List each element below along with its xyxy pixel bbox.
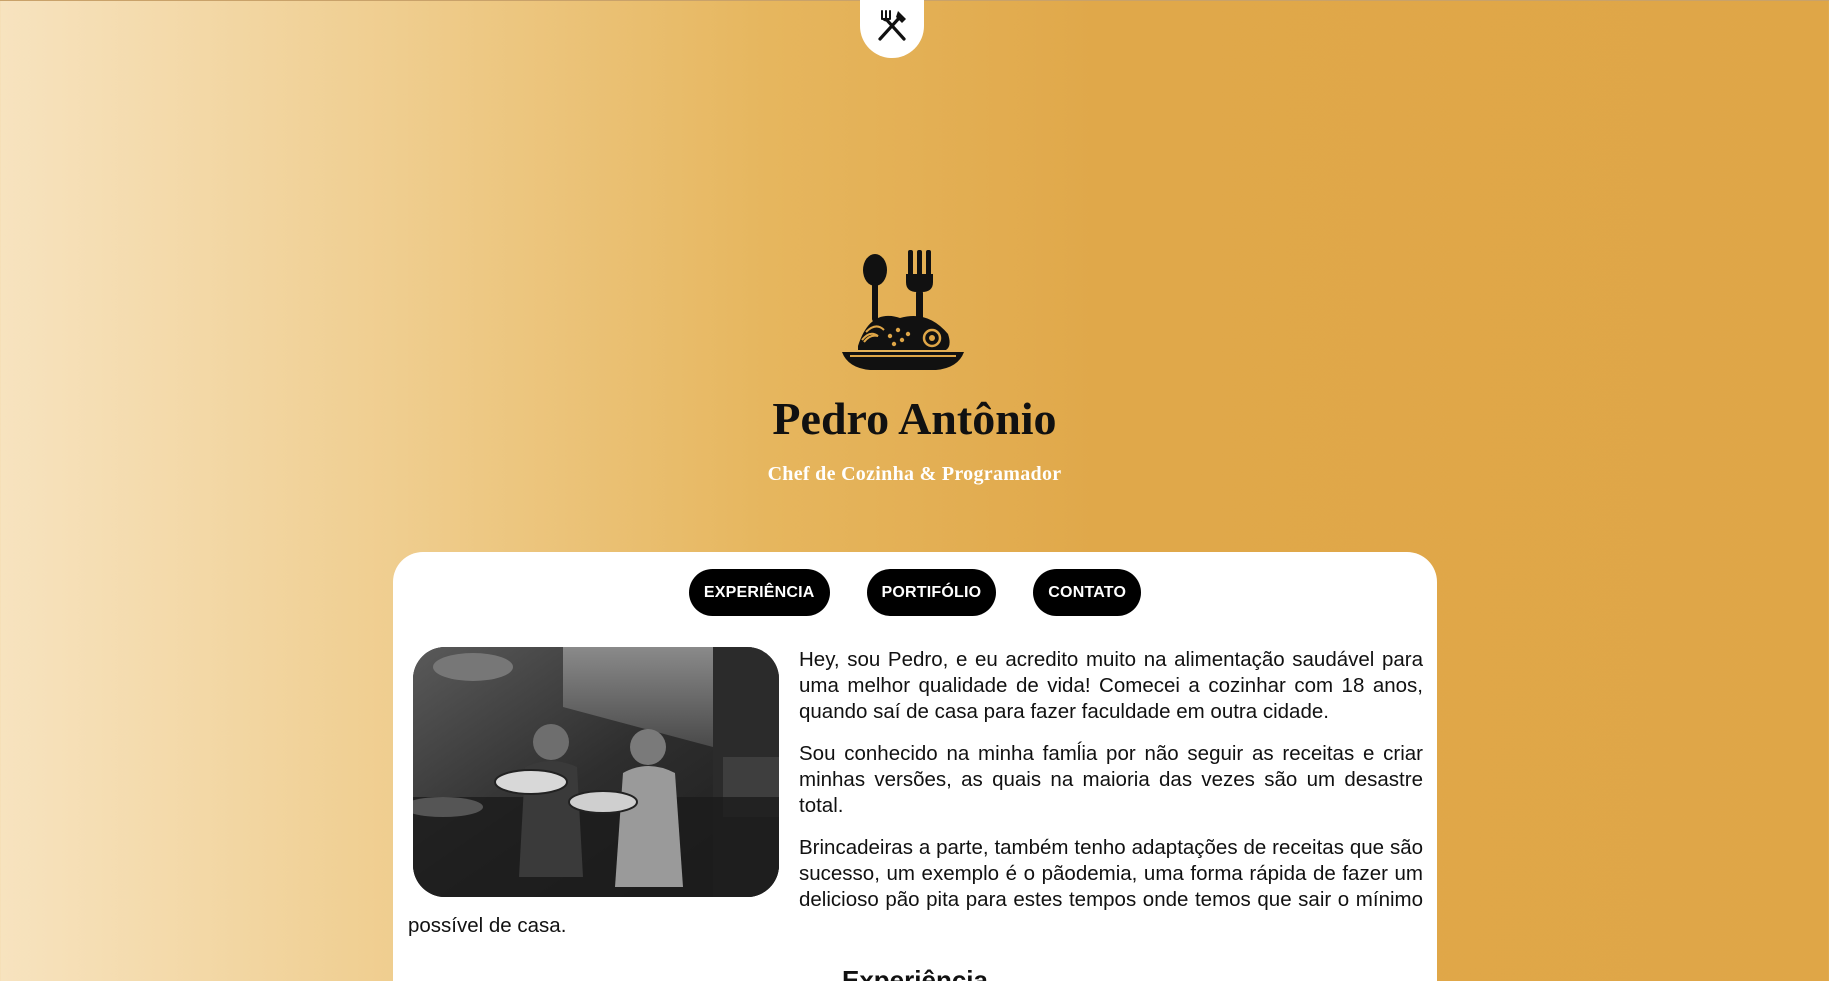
nav-experiencia-button[interactable]: EXPERIÊNCIA — [688, 569, 830, 616]
nav-portifolio-button[interactable]: PORTIFÓLIO — [866, 569, 997, 616]
hero-name: Pedro Antônio — [772, 393, 1057, 444]
chefs-holding-pizzas-photo — [413, 647, 779, 897]
top-logo-tab[interactable] — [860, 0, 924, 58]
about-section: Hey, sou Pedro, e eu acredito muito na a… — [408, 647, 1423, 955]
nav-contato-button[interactable]: CONTATO — [1033, 569, 1142, 616]
hero-subtitle: Chef de Cozinha & Programador — [767, 463, 1062, 485]
fork-knife-crossed-icon — [870, 5, 914, 54]
experience-heading: Experiência — [842, 965, 988, 981]
content-card: EXPERIÊNCIA PORTIFÓLIO CONTATO Hey, sou … — [393, 552, 1437, 981]
main-nav: EXPERIÊNCIA PORTIFÓLIO CONTATO — [393, 569, 1437, 616]
plate-spoon-fork-icon — [840, 250, 966, 376]
